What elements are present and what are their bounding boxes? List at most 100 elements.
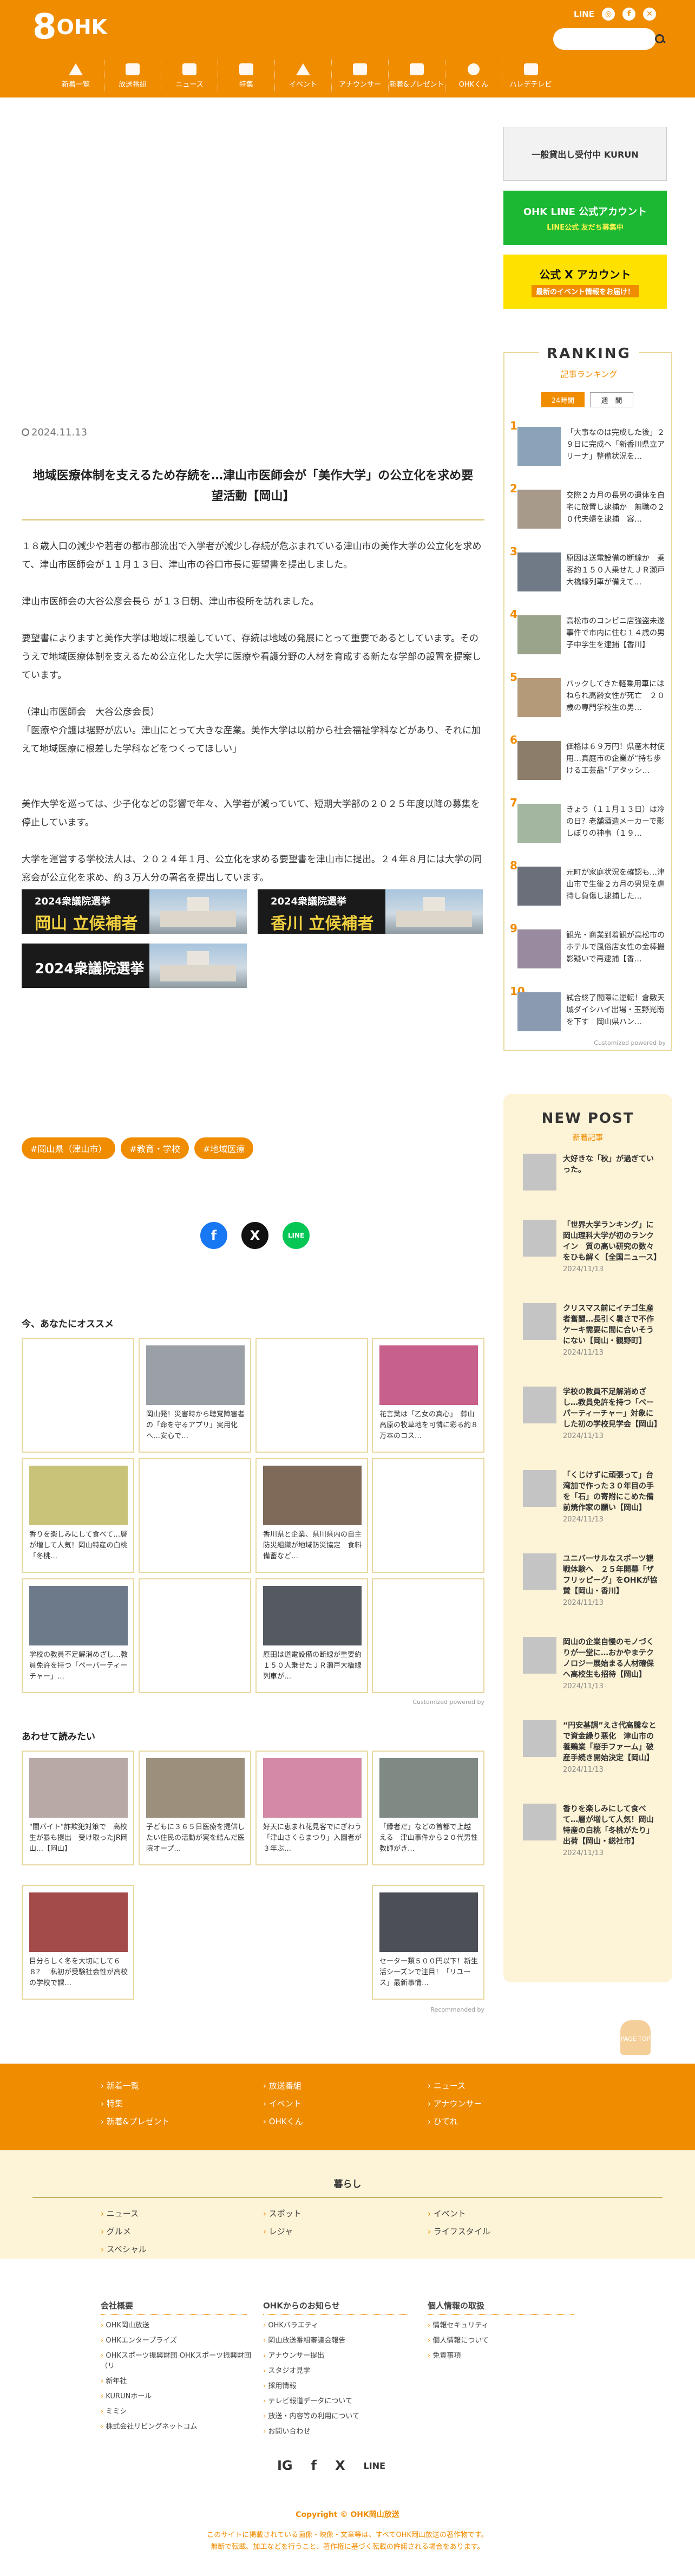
footer-info-link[interactable]: OHK岡山放送 (101, 2319, 263, 2330)
kurashi-link[interactable]: ライフスタイル (428, 2226, 490, 2237)
footer-info-link[interactable]: テレビ報道データについて (263, 2395, 425, 2405)
recommend-card[interactable] (139, 1578, 251, 1693)
kurashi-link[interactable]: スポット (263, 2208, 301, 2219)
footer-info-link[interactable]: 情報セキュリティ (428, 2319, 590, 2330)
x-official-banner[interactable]: 公式 X アカウント 最新のイベント情報をお届け！ (503, 255, 667, 309)
kurashi-link[interactable]: グルメ (101, 2226, 147, 2237)
nav-item-hare-de-tv[interactable]: ハレデテレビ (502, 60, 559, 92)
line-share-button[interactable]: LINE (283, 1222, 310, 1249)
recommend-card[interactable]: 香りを楽しみにして食べて…層が増して人気！岡山特産の白桃「冬桃… (22, 1458, 134, 1573)
recommend-card[interactable]: 原田は道電設備の断線が重要約１５０人乗せたＪＲ瀬戸大橋線列車が… (255, 1578, 368, 1693)
footer-link[interactable]: ニュース (428, 2080, 482, 2091)
home-icon (69, 63, 83, 75)
footer-info-link[interactable]: ミミシ (101, 2405, 263, 2416)
tab-weekly[interactable]: 週 間 (590, 392, 633, 407)
recommend-card[interactable] (255, 1338, 368, 1453)
footer-info-link[interactable]: 採用情報 (263, 2380, 425, 2390)
ranking-item[interactable]: 10 試合終了間際に逆転！倉敷天城ダイシハイ出場・玉野光南を下す 岡山県ハン… (510, 983, 667, 1042)
ranking-item[interactable]: 7 きょう（１１月１３日）は冷の日？老舗酒造メーカーで影しぼりの神事（１９… (510, 794, 667, 854)
footer-info-link[interactable]: 岡山放送番組審議会報告 (263, 2334, 425, 2345)
footer-info-link[interactable]: 放送・内容等の利用について (263, 2410, 425, 2421)
kurashi-link[interactable]: スペシャル (101, 2243, 147, 2255)
instagram-icon[interactable]: IG (277, 2458, 293, 2473)
footer-link[interactable]: 新着&プレゼント (101, 2116, 170, 2127)
footer-link[interactable]: 特集 (101, 2098, 169, 2109)
copyright-notice: このサイトに掲載されている画像・映像・文章等は、すべてOHK岡山放送の著作物です… (207, 2531, 488, 2551)
footer-info-link[interactable]: スタジオ見学 (263, 2365, 425, 2375)
kurashi-link[interactable]: ニュース (101, 2208, 147, 2219)
related-card[interactable]: 「縁者だ」などの首都で上越える 津山事件から２０代男性教師がき… (372, 1751, 484, 1865)
related-card[interactable]: 目分らしく冬を大切にして６８？ 私初が受験社会性が高校の学校で課… (22, 1885, 134, 2000)
facebook-icon[interactable]: f (622, 8, 635, 21)
nav-item-feature[interactable]: 特集 (218, 60, 275, 92)
recommend-card[interactable]: 岡山発！災害時から聴覚障害者の「命を守るアプリ」実用化へ…安心で… (139, 1338, 251, 1453)
instagram-icon[interactable]: ◎ (602, 8, 615, 21)
election-banner-kagawa[interactable]: 2024衆議院選挙 香川 立候補者 (258, 889, 483, 934)
tab-24h[interactable]: 24時間 (541, 392, 585, 407)
kurashi-link[interactable]: レジャ (263, 2226, 301, 2237)
related-card[interactable]: "闇バイト"詐欺犯対策で 高校生が暴も提出 受け取ったJR岡山…【岡山】 (22, 1751, 134, 1865)
footer-info-link[interactable]: アナウンサー提出 (263, 2350, 425, 2360)
footer-info-link[interactable]: 株式会社リビングネットコム (101, 2421, 263, 2431)
footer-info-link[interactable]: 個人情報について (428, 2334, 590, 2345)
kurun-banner[interactable]: 一般貸出し受付中 KURUN (503, 127, 667, 181)
recommend-card[interactable] (372, 1458, 484, 1573)
site-logo[interactable]: 8OHK (32, 10, 107, 44)
related-card[interactable]: 好天に恵まれ花見客でにぎわう「津山さくらまつり」入園者が３年ぶ… (255, 1751, 368, 1865)
footer-info-link[interactable]: KURUNホール (101, 2390, 263, 2401)
tag-link[interactable]: #地域医療 (194, 1137, 254, 1159)
election-banner-general[interactable]: 2024衆議院選挙 (22, 944, 247, 988)
line-link[interactable]: LINE (574, 9, 594, 19)
footer-info-link[interactable]: 免責事項 (428, 2350, 590, 2360)
nav-item-programs[interactable]: 放送番組 (104, 60, 161, 92)
x-share-button[interactable]: X (241, 1222, 268, 1249)
recommend-card[interactable]: 花言葉は「乙女の真心」 蒜山高原の牧草地を可憐に彩る約８万本のコス… (372, 1338, 484, 1453)
nav-item-announcer[interactable]: アナウンサー (332, 60, 389, 92)
facebook-icon[interactable]: f (311, 2458, 317, 2473)
footer-info-link[interactable]: OHKエンタープライズ (101, 2334, 263, 2345)
election-banner-okayama[interactable]: 2024衆議院選挙 岡山 立候補者 (22, 889, 247, 934)
footer-info-link[interactable]: 新年社 (101, 2375, 263, 2385)
nav-item-new[interactable]: 新着一覧 (48, 60, 104, 92)
recommend-card[interactable] (372, 1578, 484, 1693)
x-icon[interactable]: ✕ (643, 8, 656, 21)
footer-link[interactable]: イベント (263, 2098, 303, 2109)
article-paragraph: 美作大学を巡っては、少子化などの影響で年々、入学者が減っていて、短期大学部の２０… (22, 799, 480, 828)
recommend-card[interactable] (139, 1458, 251, 1573)
ranking-item[interactable]: 4 高松市のコンビニ店強盗未遂事件で市内に住む１４歳の男子中学生を逮捕【香川】 (510, 606, 667, 665)
nav-item-present[interactable]: 新着&プレゼント (389, 60, 445, 92)
ranking-item[interactable]: 9 観光・商業到着観が高松市のホテルで風俗店女性の金棒搬影疑いで再逮捕【香… (510, 920, 667, 979)
ranking-item[interactable]: 2 交際２カ月の長男の遺体を自宅に放置し逮捕か 無職の２０代夫婦を逮捕 容… (510, 480, 667, 539)
tag-link[interactable]: #教育・学校 (121, 1137, 189, 1159)
footer-link[interactable]: アナウンサー (428, 2098, 482, 2109)
ranking-item[interactable]: 1 「大事なのは完成した後」２９日に完成へ「新香川県立アリーナ」整備状況を… (510, 417, 667, 477)
ranking-item[interactable]: 3 原因は送電設備の断線か 乗客約１５０人乗せたＪＲ瀬戸大橋線列車が備えて… (510, 543, 667, 602)
kurashi-link[interactable]: イベント (428, 2208, 490, 2219)
footer-info-link[interactable]: お問い合わせ (263, 2425, 425, 2436)
footer-link[interactable]: ひてれ (428, 2116, 482, 2127)
footer-link[interactable]: OHKくん (263, 2116, 303, 2127)
recommend-card[interactable]: 香川県と企業、県川県内の自主防災組織が地域防災協定 食料備蓄など… (255, 1458, 368, 1573)
footer-info-link[interactable]: OHKスポーツ振興財団 OHKスポーツ振興財団（リ (101, 2350, 263, 2370)
footer-link[interactable]: 新着一覧 (101, 2080, 169, 2091)
nav-item-event[interactable]: イベント (275, 60, 332, 92)
line-icon[interactable]: LINE (364, 2461, 385, 2471)
tag-link[interactable]: #岡山県（津山市） (22, 1137, 116, 1159)
line-official-banner[interactable]: OHK LINE 公式アカウント LINE公式 友だち募集中 (503, 191, 667, 245)
ranking-item[interactable]: 5 バックしてきた軽乗用車にはねられ高齢女性が死亡 ２０歳の専門学校生の男… (510, 668, 667, 728)
nav-item-news[interactable]: ニュース (161, 60, 218, 92)
related-card[interactable]: 子どもに３６５日医療を提供したい住民の活動が実を結んだ医院オープ… (139, 1751, 251, 1865)
footer-info-link[interactable]: OHKバラエティ (263, 2319, 425, 2330)
x-icon[interactable]: X (335, 2458, 345, 2473)
footer-link[interactable]: 放送番組 (263, 2080, 303, 2091)
ranking-item[interactable]: 8 元町が家庭状況を確認も…津山市で生後２カ月の男児を虐待し負傷し逮捕した… (510, 857, 667, 916)
facebook-share-button[interactable]: f (200, 1222, 227, 1249)
page-top-button[interactable]: PAGE TOP (617, 2015, 654, 2058)
ranking-item[interactable]: 6 価格は６９万円！県産木材使用…真庭市の企業が“持ち歩ける工芸品”「アタッシ… (510, 731, 667, 791)
new-post-title: NEW POST (541, 1110, 634, 1127)
recommend-card[interactable] (22, 1338, 134, 1453)
related-card[interactable]: セーター類５００円以下！新生活シーズンで注目！「リユース」最新事情… (372, 1885, 484, 2000)
search-input[interactable] (560, 35, 654, 43)
recommend-card[interactable]: 学校の教員不足解消めざし…教員免許を持つ「ペーパーティーチャー」… (22, 1578, 134, 1693)
nav-item-ohk-kun[interactable]: OHKくん (445, 60, 502, 92)
